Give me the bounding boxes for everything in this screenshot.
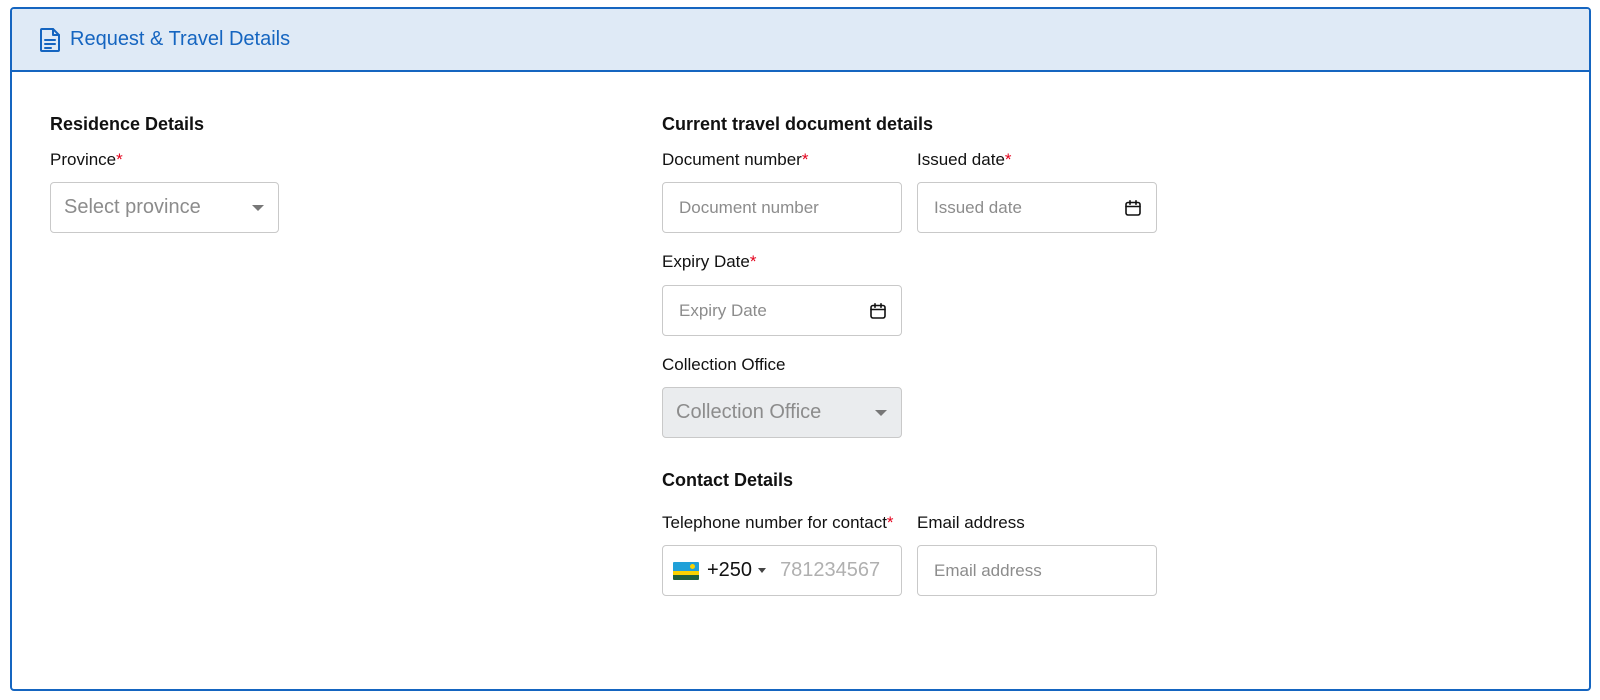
residence-details-heading: Residence Details <box>50 114 205 134</box>
required-marker: * <box>749 252 757 271</box>
expiry-date-label: Expiry Date* <box>662 252 757 271</box>
telephone-input[interactable]: +250 781234567 <box>662 545 902 596</box>
expiry-date-placeholder: Expiry Date <box>679 300 767 320</box>
required-marker: * <box>116 150 123 169</box>
chevron-down-icon <box>252 204 264 211</box>
issued-date-placeholder: Issued date <box>934 197 1022 217</box>
document-number-input[interactable]: Document number <box>662 182 902 233</box>
dial-code[interactable]: +250 <box>707 559 752 582</box>
card-header: Request & Travel Details <box>12 9 1589 72</box>
issued-date-input[interactable]: Issued date <box>917 182 1157 233</box>
telephone-placeholder: 781234567 <box>780 559 881 581</box>
document-icon <box>39 27 61 53</box>
collection-office-label: Collection Office <box>662 355 786 374</box>
telephone-label: Telephone number for contact* <box>662 513 894 532</box>
document-number-label: Document number* <box>662 150 809 169</box>
issued-date-label: Issued date* <box>917 150 1012 169</box>
required-marker: * <box>1004 150 1012 169</box>
collection-office-placeholder: Collection Office <box>676 401 822 423</box>
calendar-icon[interactable] <box>1124 199 1142 217</box>
collection-office-select[interactable]: Collection Office <box>662 387 902 438</box>
province-select[interactable]: Select province <box>50 182 279 233</box>
chevron-down-icon <box>875 409 887 416</box>
country-dropdown-icon[interactable] <box>758 568 767 573</box>
province-placeholder: Select province <box>64 196 201 218</box>
document-number-placeholder: Document number <box>679 197 819 217</box>
card-title: Request & Travel Details <box>70 28 291 50</box>
email-placeholder: Email address <box>934 560 1042 580</box>
contact-details-heading: Contact Details <box>662 470 794 490</box>
expiry-date-input[interactable]: Expiry Date <box>662 285 902 336</box>
required-marker: * <box>801 150 809 169</box>
email-input[interactable]: Email address <box>917 545 1157 596</box>
required-marker: * <box>886 513 894 532</box>
calendar-icon[interactable] <box>869 302 887 320</box>
province-label: Province* <box>50 150 123 169</box>
email-label: Email address <box>917 513 1025 532</box>
travel-document-heading: Current travel document details <box>662 114 934 134</box>
rwanda-flag-icon[interactable] <box>673 561 699 580</box>
